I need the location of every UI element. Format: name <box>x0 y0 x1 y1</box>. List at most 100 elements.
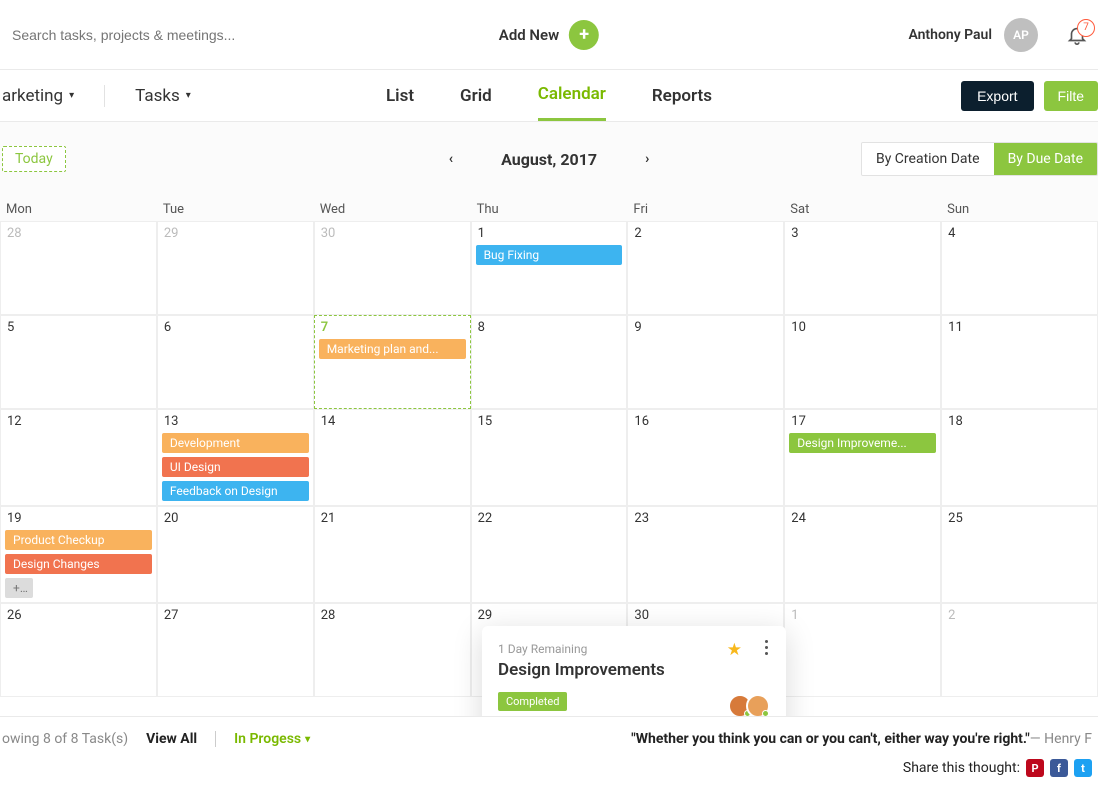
calendar-cell[interactable]: 30 <box>314 221 471 315</box>
status-filter-dropdown[interactable]: In Progess ▾ <box>234 731 310 747</box>
calendar-cell[interactable]: 16 <box>627 409 784 506</box>
day-number: 8 <box>476 320 623 335</box>
calendar-cell[interactable]: 12 <box>0 409 157 506</box>
pinterest-icon[interactable]: P <box>1026 759 1044 777</box>
calendar-cell[interactable]: 9 <box>627 315 784 409</box>
calendar-cell[interactable]: 19Product CheckupDesign Changes+2 <box>0 506 157 603</box>
day-number: 20 <box>162 511 309 526</box>
day-number: 13 <box>162 414 309 429</box>
calendar-cell[interactable]: 17 Design Improveme... <box>784 409 941 506</box>
calendar-cell[interactable]: 11 <box>941 315 1098 409</box>
calendar-cell[interactable]: 10 <box>784 315 941 409</box>
notifications-button[interactable]: 7 <box>1066 24 1088 46</box>
day-number: 22 <box>476 511 623 526</box>
day-number: 26 <box>5 608 152 623</box>
next-month-button[interactable]: › <box>645 151 649 167</box>
caret-down-icon: ▾ <box>186 90 191 101</box>
calendar-cell[interactable]: 18 <box>941 409 1098 506</box>
tab-grid[interactable]: Grid <box>460 72 492 120</box>
calendar-event[interactable]: Design Improveme... <box>789 433 936 453</box>
calendar-event[interactable]: Bug Fixing <box>476 245 623 265</box>
calendar-cell[interactable]: 24 <box>784 506 941 603</box>
calendar-cell[interactable]: 4 <box>941 221 1098 315</box>
quote: "Whether you think you can or you can't,… <box>631 731 1092 747</box>
type-dropdown[interactable]: Tasks ▾ <box>135 86 191 106</box>
day-number: 5 <box>5 320 152 335</box>
calendar-cell[interactable]: 28 <box>314 603 471 697</box>
calendar-cell[interactable]: 8 <box>471 315 628 409</box>
calendar-event[interactable]: Development <box>162 433 309 453</box>
calendar-cell[interactable]: 13 Development UI Design Feedback on Design <box>157 409 314 506</box>
day-number: 18 <box>946 414 1093 429</box>
calendar-cell[interactable]: 2 <box>627 221 784 315</box>
calendar-cell[interactable]: 28 <box>0 221 157 315</box>
calendar-cell[interactable]: 5 <box>0 315 157 409</box>
calendar-cell[interactable]: 29 <box>157 221 314 315</box>
export-button[interactable]: Export <box>961 81 1033 111</box>
notification-count: 7 <box>1077 19 1095 37</box>
facebook-icon[interactable]: f <box>1050 759 1068 777</box>
calendar-event[interactable]: UI Design <box>162 457 309 477</box>
calendar-event[interactable]: +2 <box>5 578 33 598</box>
filter-button[interactable]: Filte <box>1044 81 1098 111</box>
calendar-cell[interactable]: 6 <box>157 315 314 409</box>
day-number: 14 <box>319 414 466 429</box>
view-all-button[interactable]: View All <box>146 731 197 747</box>
calendar-cell[interactable]: 3 <box>784 221 941 315</box>
divider <box>215 731 216 747</box>
day-number: 29 <box>162 226 309 241</box>
tab-reports[interactable]: Reports <box>652 72 712 120</box>
month-title: August, 2017 <box>501 150 597 169</box>
calendar-cell[interactable]: 20 <box>157 506 314 603</box>
calendar-event[interactable]: Product Checkup <box>5 530 152 550</box>
calendar-cell[interactable]: 26 <box>0 603 157 697</box>
project-label: arketing <box>2 86 63 106</box>
calendar-event[interactable]: Design Changes <box>5 554 152 574</box>
calendar-cell[interactable]: 25 <box>941 506 1098 603</box>
assignee-avatar[interactable] <box>746 694 770 718</box>
calendar-event[interactable]: Feedback on Design <box>162 481 309 501</box>
day-number: 2 <box>946 608 1093 623</box>
calendar-cell[interactable]: 7Marketing plan and... <box>314 315 471 409</box>
search-input[interactable] <box>10 27 390 43</box>
calendar-cell[interactable]: 23 <box>627 506 784 603</box>
avatar[interactable]: AP <box>1004 18 1038 52</box>
twitter-icon[interactable]: t <box>1074 759 1092 777</box>
calendar-cell[interactable]: 1 <box>784 603 941 697</box>
day-number: 23 <box>632 511 779 526</box>
filter-by-creation[interactable]: By Creation Date <box>862 143 994 175</box>
star-icon[interactable]: ★ <box>727 640 742 660</box>
tab-calendar[interactable]: Calendar <box>538 70 606 121</box>
calendar-cell[interactable]: 1Bug Fixing <box>471 221 628 315</box>
kebab-menu[interactable] <box>765 640 768 655</box>
day-number: 28 <box>5 226 152 241</box>
day-number: 10 <box>789 320 936 335</box>
share-label: Share this thought: <box>903 760 1020 776</box>
calendar-cell[interactable]: 14 <box>314 409 471 506</box>
project-dropdown[interactable]: arketing ▾ <box>2 86 74 106</box>
add-new-label: Add New <box>499 26 559 44</box>
day-number: 1 <box>789 608 936 623</box>
caret-down-icon: ▾ <box>69 90 74 101</box>
day-header: Thu <box>471 196 628 221</box>
caret-down-icon: ▾ <box>305 734 310 745</box>
calendar-cell[interactable]: 2 <box>941 603 1098 697</box>
calendar-cell[interactable]: 22 <box>471 506 628 603</box>
calendar-cell[interactable]: 15 <box>471 409 628 506</box>
user-name[interactable]: Anthony Paul <box>908 27 992 43</box>
calendar-cell[interactable]: 21 <box>314 506 471 603</box>
day-number: 30 <box>632 608 779 623</box>
add-new-button[interactable]: + <box>569 20 599 50</box>
prev-month-button[interactable]: ‹ <box>449 151 453 167</box>
day-number: 15 <box>476 414 623 429</box>
calendar-cell[interactable]: 27 <box>157 603 314 697</box>
today-button[interactable]: Today <box>2 146 66 172</box>
tab-list[interactable]: List <box>386 72 414 120</box>
day-number: 17 <box>789 414 936 429</box>
day-number: 24 <box>789 511 936 526</box>
day-number: 29 <box>476 608 623 623</box>
type-label: Tasks <box>135 86 180 106</box>
calendar-event[interactable]: Marketing plan and... <box>319 339 466 359</box>
day-number: 30 <box>319 226 466 241</box>
filter-by-due[interactable]: By Due Date <box>994 143 1097 175</box>
